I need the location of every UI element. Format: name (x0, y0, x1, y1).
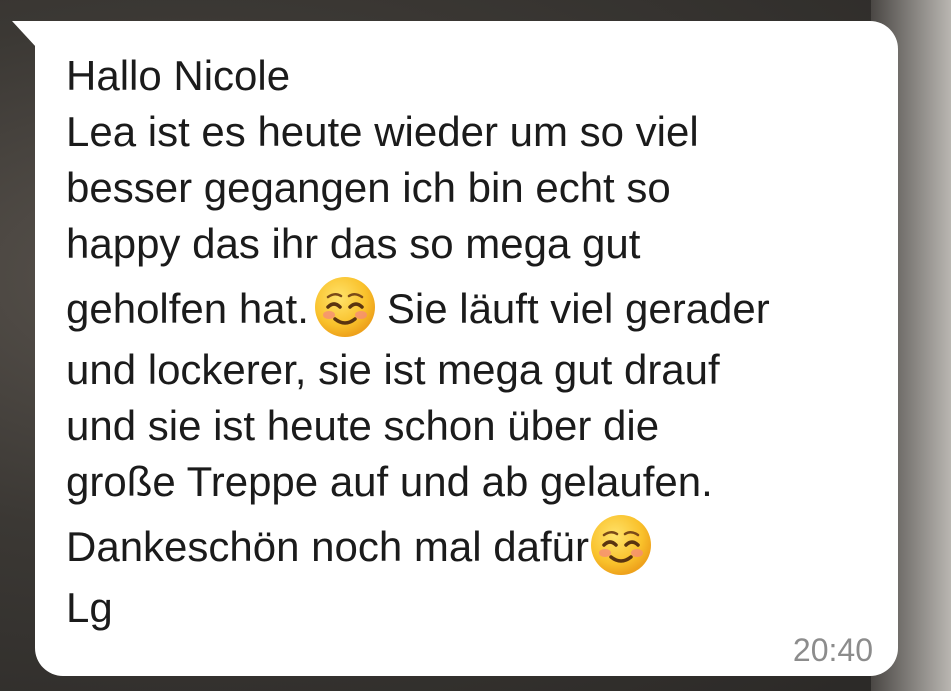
message-timestamp: 20:40 (792, 632, 873, 668)
smiling-face-with-smiling-eyes-icon (590, 515, 651, 575)
message-line-with-emoji: geholfen hat. Sie läuft viel gerader (66, 272, 876, 342)
message-line-with-emoji: Dankeschön noch mal dafür (66, 510, 876, 580)
message-segment: Sie läuft viel gerader (386, 285, 770, 332)
message-line: Hallo Nicole (66, 52, 291, 99)
message-line: happy das ihr das so mega gut (66, 220, 641, 267)
message-line: besser gegangen ich bin echt so (66, 164, 671, 211)
message-segment: geholfen hat. (66, 285, 309, 332)
bubble-tail (12, 21, 36, 47)
message-line: Lea ist es heute wieder um so viel (66, 108, 699, 155)
message-line: große Treppe auf und ab gelaufen. (66, 458, 713, 505)
smiling-face-with-smiling-eyes-icon (314, 277, 375, 337)
message-line: Lg (66, 584, 113, 631)
message-line: und sie ist heute schon über die (66, 402, 660, 449)
message-segment: Dankeschön noch mal dafür (66, 523, 589, 570)
message-line: und lockerer, sie ist mega gut drauf (66, 346, 720, 393)
message-text: Hallo Nicole Lea ist es heute wieder um … (66, 48, 876, 636)
